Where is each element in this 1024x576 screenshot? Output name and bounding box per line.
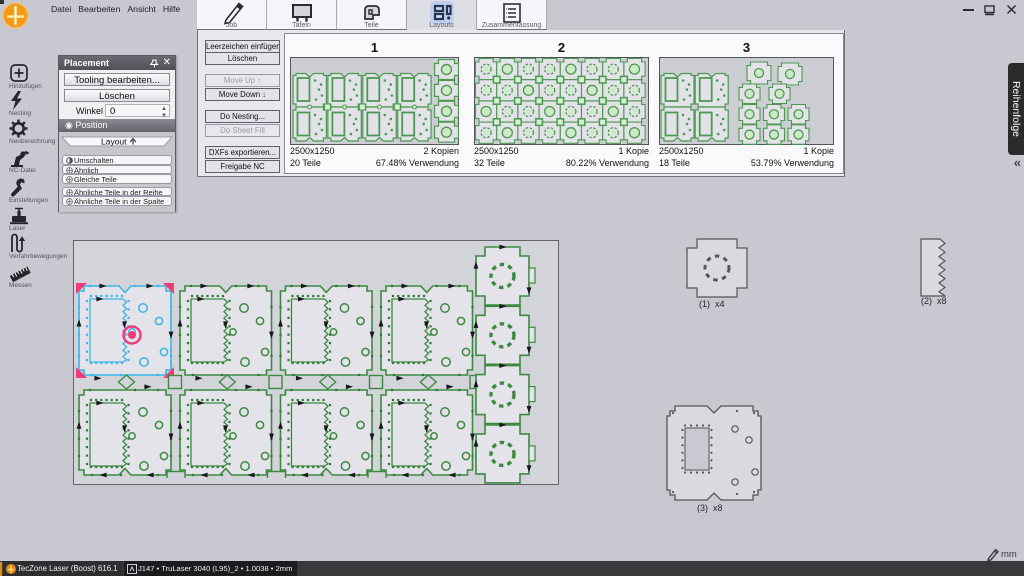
svg-text:Layout: Layout: [101, 137, 127, 147]
